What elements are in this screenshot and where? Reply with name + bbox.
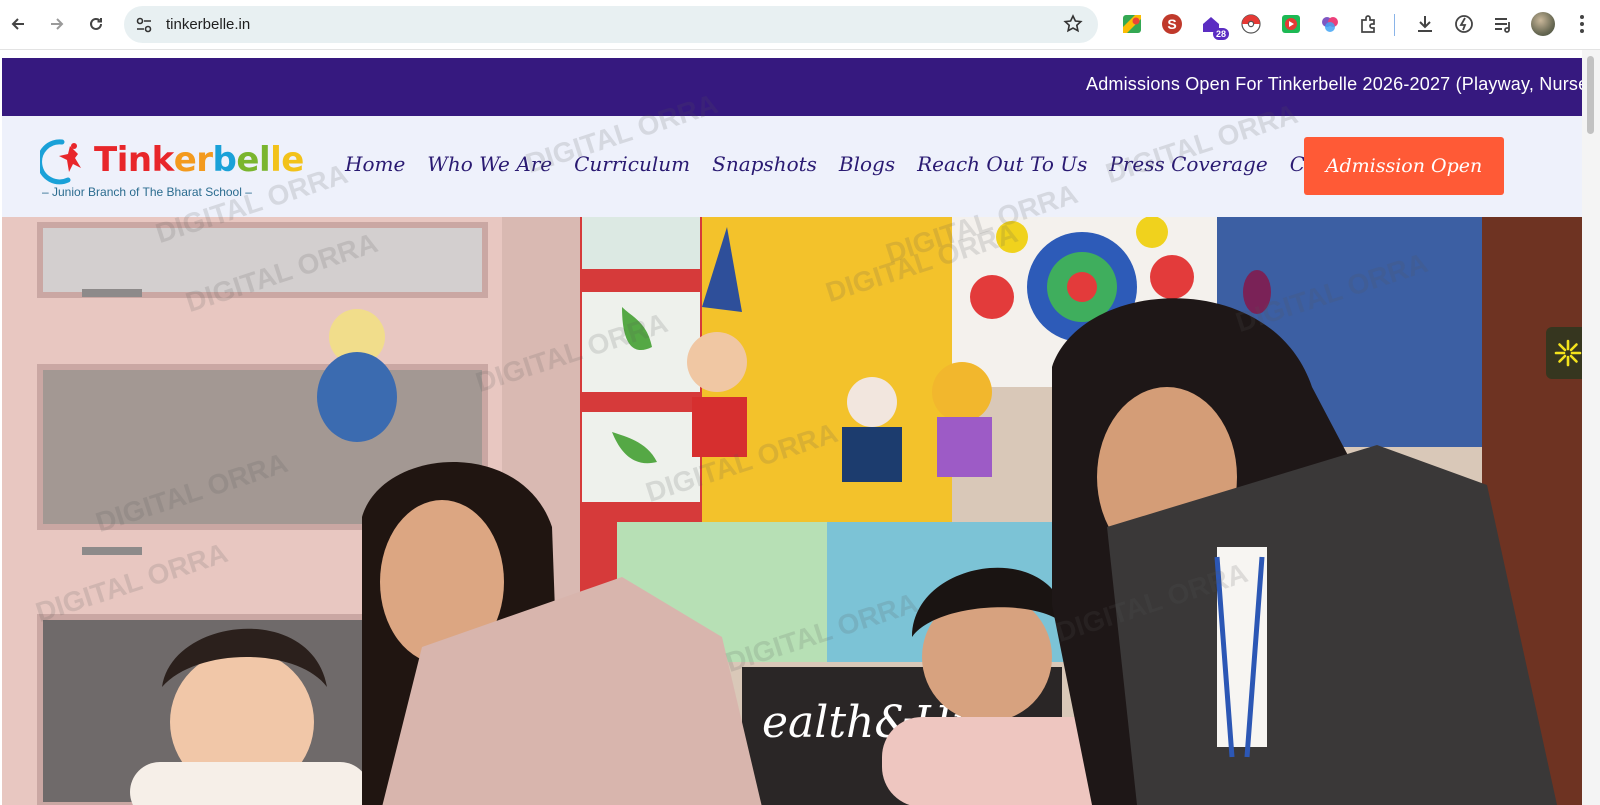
announcement-text[interactable]: Admissions Open For Tinkerbelle 2026-202… [1086,74,1582,95]
downloads-icon[interactable] [1413,12,1437,36]
pokeball-extension-icon[interactable] [1239,12,1263,36]
fairy-logo-icon [40,139,81,185]
reading-list-icon[interactable] [1491,12,1515,36]
nav-press-coverage[interactable]: Press Coverage [1109,152,1267,176]
nav-reach-out[interactable]: Reach Out To Us [917,152,1087,176]
extension-badge: 28 [1212,28,1229,40]
back-icon[interactable] [4,10,32,38]
logo-letter: r [196,140,213,180]
site-settings-icon[interactable] [134,15,154,35]
maps-extension-icon[interactable] [1120,12,1144,36]
logo-letter: e [236,140,259,180]
address-bar[interactable]: tinkerbelle.in [124,6,1098,43]
nav-curriculum[interactable]: Curriculum [574,152,690,176]
s-extension-icon[interactable]: S [1160,12,1184,36]
logo-letter: l [270,140,282,180]
logo-letter: e [173,140,197,180]
browser-toolbar: tinkerbelle.in S 28 [0,0,1600,50]
performance-icon[interactable] [1452,12,1476,36]
logo-letter: l [258,140,271,180]
toolbar-separator [1394,14,1395,36]
site-logo[interactable]: Tinkerbelle – Junior Branch of The Bhara… [40,134,304,204]
page-scrollbar[interactable] [1582,50,1600,805]
main-navigation: Home Who We Are Curriculum Snapshots Blo… [345,152,1382,176]
logo-letter: n [127,140,152,180]
logo-wordmark: Tinkerbelle [94,140,304,180]
forward-icon[interactable] [43,10,71,38]
logo-letter: b [212,140,237,180]
logo-letter: T [94,140,117,180]
logo-tagline: – Junior Branch of The Bharat School – [42,185,252,199]
web-page: Admissions Open For Tinkerbelle 2026-202… [2,58,1582,805]
profile-avatar[interactable] [1531,12,1555,36]
logo-letter: k [151,140,175,180]
bookmark-star-icon[interactable] [1062,13,1084,35]
extensions-puzzle-icon[interactable] [1357,12,1381,36]
site-header: Tinkerbelle – Junior Branch of The Bhara… [2,116,1582,217]
url-text[interactable]: tinkerbelle.in [166,16,250,33]
nav-blogs[interactable]: Blogs [839,152,895,176]
home-extension-icon[interactable]: 28 [1199,12,1229,40]
brain-extension-icon[interactable] [1318,12,1342,36]
hero-photo: ealth&Hy DIGITAL ORRA DIGITAL ORRA DIGIT… [2,217,1582,805]
video-extension-icon[interactable] [1279,12,1303,36]
svg-text:S: S [1167,16,1176,32]
nav-home[interactable]: Home [345,152,405,176]
reload-icon[interactable] [82,10,110,38]
sparkle-icon [1554,339,1582,367]
scrollbar-thumb[interactable] [1587,56,1594,134]
logo-letter: i [116,140,129,180]
menu-dots-icon[interactable] [1570,12,1594,36]
nav-who-we-are[interactable]: Who We Are [427,152,552,176]
admission-open-button[interactable]: Admission Open [1304,137,1504,195]
nav-snapshots[interactable]: Snapshots [712,152,817,176]
logo-letter: e [281,140,304,180]
classroom-photo-illustration: ealth&Hy [2,217,1582,805]
announcement-bar: Admissions Open For Tinkerbelle 2026-202… [2,58,1582,116]
